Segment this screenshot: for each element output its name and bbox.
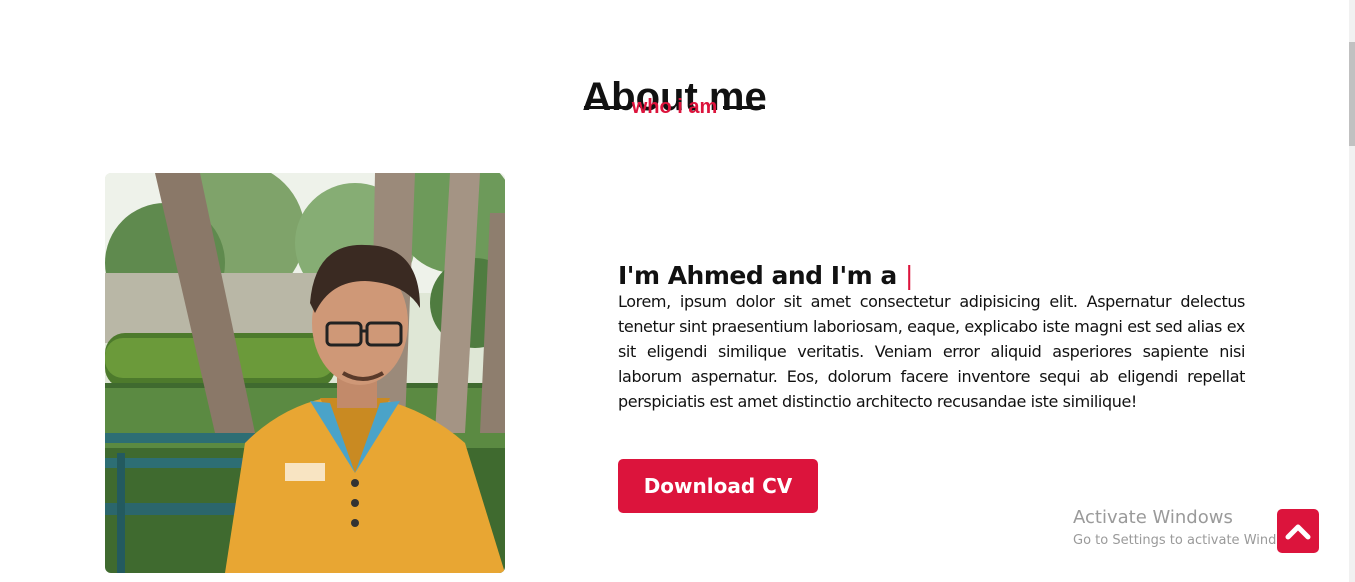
intro-heading: I'm Ahmed and I'm a | bbox=[618, 261, 913, 290]
watermark-title: Activate Windows bbox=[1073, 507, 1233, 528]
subtitle-text: who i am bbox=[631, 96, 718, 118]
page-scrollbar-thumb[interactable] bbox=[1349, 42, 1355, 146]
download-cv-button[interactable]: Download CV bbox=[618, 459, 818, 513]
activate-windows-watermark: Activate Windows Go to Settings to activ… bbox=[1073, 507, 1306, 551]
profile-photo bbox=[105, 173, 505, 573]
section-subtitle: who i am bbox=[0, 96, 1349, 119]
typing-cursor: | bbox=[905, 260, 913, 290]
watermark-subtitle: Go to Settings to activate Windows. bbox=[1073, 533, 1306, 548]
about-paragraph: Lorem, ipsum dolor sit amet consectetur … bbox=[618, 292, 1245, 411]
scroll-to-top-button[interactable] bbox=[1277, 509, 1319, 553]
page-scrollbar-track[interactable] bbox=[1349, 0, 1355, 582]
chevron-up-icon bbox=[1285, 524, 1311, 540]
subtitle-divider-left bbox=[583, 106, 626, 109]
intro-heading-text: I'm Ahmed and I'm a bbox=[618, 260, 897, 290]
subtitle-divider-right bbox=[723, 106, 766, 109]
